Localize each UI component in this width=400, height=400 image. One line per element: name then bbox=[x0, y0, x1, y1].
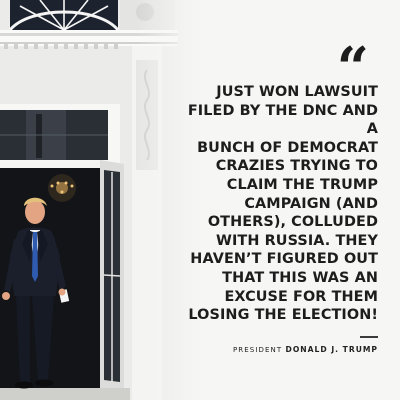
attribution-title: PRESIDENT bbox=[232, 346, 283, 354]
divider-rule bbox=[360, 336, 378, 338]
attribution: PRESIDENT DONALD J. TRUMP bbox=[233, 344, 378, 356]
quote-text: JUST WON LAWSUIT FILED BY THE DNC AND A … bbox=[187, 84, 378, 324]
attribution-name: DONALD J. TRUMP bbox=[285, 345, 378, 354]
quote-card: “ JUST WON LAWSUIT FILED BY THE DNC AND … bbox=[0, 0, 400, 400]
